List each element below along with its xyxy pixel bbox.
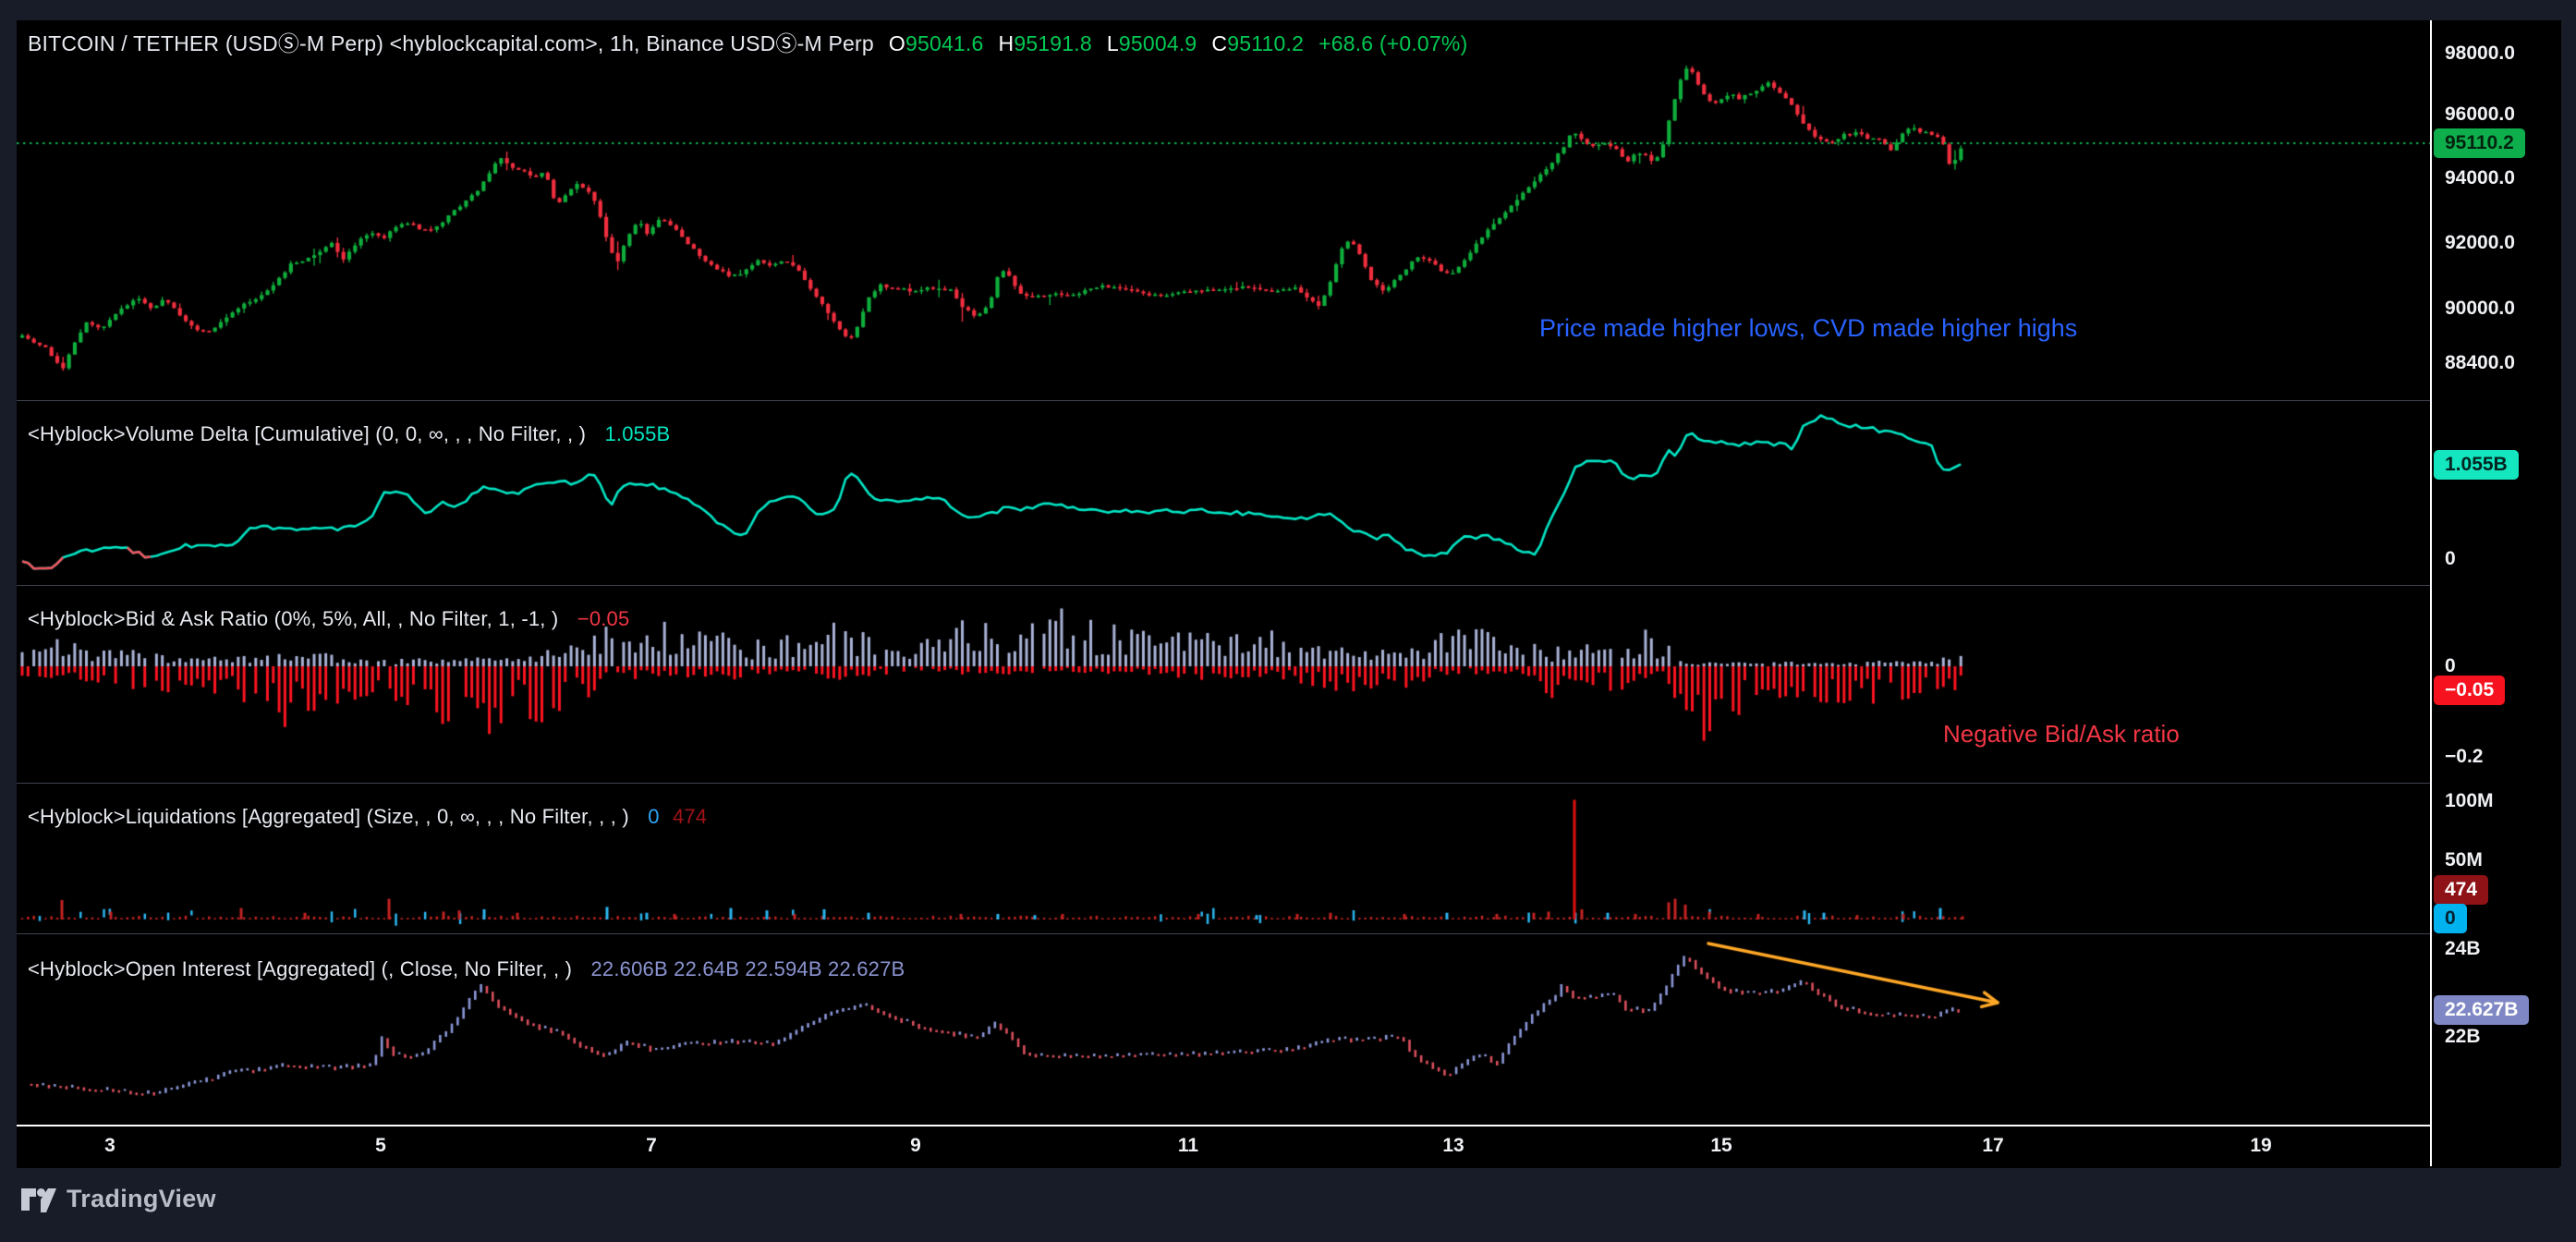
time-tick-label: 11 xyxy=(1178,1135,1198,1157)
oi-label: <Hyblock>Open Interest [Aggregated] (, C… xyxy=(28,957,572,980)
axis-price-badge: −0.05 xyxy=(2434,676,2505,705)
axis-price-badge: 0 xyxy=(2434,904,2467,933)
symbol-title-row[interactable]: BITCOIN / TETHER (USDⓈ-M Perp) <hyblockc… xyxy=(28,26,1467,57)
cvd-indicator-title[interactable]: <Hyblock>Volume Delta [Cumulative] (0, 0… xyxy=(28,422,670,446)
bidask-value: −0.05 xyxy=(577,607,630,630)
tradingview-logo-link[interactable]: TradingView xyxy=(20,1185,216,1213)
symbol-title: BITCOIN / TETHER (USDⓈ-M Perp) <hyblockc… xyxy=(28,31,874,55)
time-tick-label: 9 xyxy=(910,1135,921,1157)
bidask-label: <Hyblock>Bid & Ask Ratio (0%, 5%, All, ,… xyxy=(28,607,558,630)
time-tick-label: 15 xyxy=(1710,1135,1732,1157)
axis-tick-label: −0.2 xyxy=(2445,745,2483,769)
axis-tick-label: 100M xyxy=(2445,789,2494,813)
annotation-bidask-note[interactable]: Negative Bid/Ask ratio xyxy=(1943,720,2180,749)
ohlc-high: H95191.8 xyxy=(999,31,1092,55)
axis-tick-label: 24B xyxy=(2445,937,2481,961)
liquidations-short-value: 474 xyxy=(673,805,707,828)
tradingview-window: BITCOIN / TETHER (USDⓈ-M Perp) <hyblockc… xyxy=(0,0,2576,1242)
time-scale-axis[interactable]: 3 5 7 9 11 13 15 17 19 xyxy=(17,1125,2559,1168)
oi-indicator-title[interactable]: <Hyblock>Open Interest [Aggregated] (, C… xyxy=(28,957,905,981)
price-scale-axis[interactable]: 98000.0 96000.0 94000.0 92000.0 90000.0 88400… xyxy=(2430,20,2561,1166)
liquidations-long-value: 0 xyxy=(648,805,659,828)
pane-divider-2[interactable] xyxy=(17,585,2559,586)
axis-price-badge: 22.627B xyxy=(2434,995,2529,1025)
bidask-indicator-title[interactable]: <Hyblock>Bid & Ask Ratio (0%, 5%, All, ,… xyxy=(28,607,629,631)
axis-tick-label: 94000.0 xyxy=(2445,166,2515,190)
liquidations-indicator-title[interactable]: <Hyblock>Liquidations [Aggregated] (Size… xyxy=(28,805,707,829)
time-tick-label: 5 xyxy=(375,1135,386,1157)
axis-tick-label: 50M xyxy=(2445,848,2483,872)
axis-tick-label: 88400.0 xyxy=(2445,351,2515,375)
tradingview-logo-icon xyxy=(20,1186,57,1213)
pane-divider-1[interactable] xyxy=(17,400,2559,401)
pane-divider-3[interactable] xyxy=(17,783,2559,784)
axis-price-badge: 474 xyxy=(2434,875,2488,905)
time-tick-label: 13 xyxy=(1442,1135,1464,1157)
ohlc-open: O95041.6 xyxy=(889,31,984,55)
liquidations-label: <Hyblock>Liquidations [Aggregated] (Size… xyxy=(28,805,629,828)
axis-tick-label: 90000.0 xyxy=(2445,297,2515,321)
ohlc-close: C95110.2 xyxy=(1211,31,1304,55)
axis-tick-label: 0 xyxy=(2445,547,2456,571)
axis-tick-label: 96000.0 xyxy=(2445,103,2515,127)
ohlc-change: +68.6 (+0.07%) xyxy=(1318,31,1467,55)
tradingview-logo-text: TradingView xyxy=(67,1185,216,1213)
axis-price-badge: 1.055B xyxy=(2434,450,2519,480)
cvd-label: <Hyblock>Volume Delta [Cumulative] (0, 0… xyxy=(28,422,586,445)
cvd-value: 1.055B xyxy=(605,422,671,445)
time-tick-label: 3 xyxy=(104,1135,115,1157)
axis-price-badge: 95110.2 xyxy=(2434,128,2525,158)
oi-values: 22.606B 22.64B 22.594B 22.627B xyxy=(590,957,905,980)
ohlc-low: L95004.9 xyxy=(1107,31,1197,55)
time-tick-label: 17 xyxy=(1982,1135,2003,1157)
time-tick-label: 19 xyxy=(2250,1135,2271,1157)
axis-tick-label: 92000.0 xyxy=(2445,231,2515,255)
annotation-price-note[interactable]: Price made higher lows, CVD made higher … xyxy=(1539,314,2077,343)
axis-tick-label: 98000.0 xyxy=(2445,42,2515,66)
axis-tick-label: 22B xyxy=(2445,1025,2481,1049)
footer-bar: TradingView xyxy=(0,1166,2576,1242)
chart-area: BITCOIN / TETHER (USDⓈ-M Perp) <hyblockc… xyxy=(17,20,2559,1166)
pane-divider-4[interactable] xyxy=(17,933,2559,934)
time-tick-label: 7 xyxy=(646,1135,657,1157)
